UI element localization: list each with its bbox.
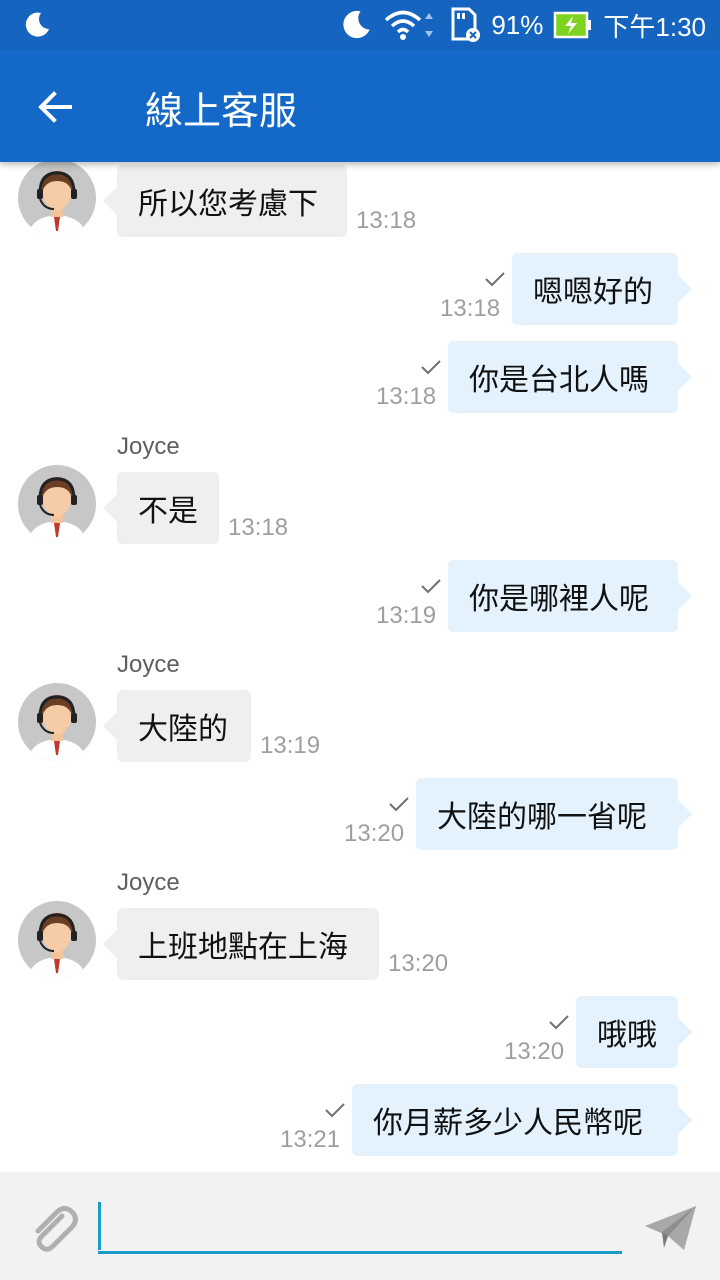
- arrow-left-icon[interactable]: [34, 86, 76, 128]
- incoming-message-bubble[interactable]: 所以您考慮下: [103, 165, 347, 237]
- message-timestamp: 13:19: [376, 602, 437, 629]
- incoming-message-bubble[interactable]: 上班地點在上海: [103, 908, 379, 980]
- read-check-icon: [484, 271, 506, 287]
- paperclip-icon[interactable]: [26, 1202, 80, 1256]
- incoming-message-bubble[interactable]: 不是: [103, 472, 219, 544]
- message-timestamp: 13:20: [388, 950, 449, 977]
- message-input[interactable]: [98, 1198, 622, 1254]
- send-icon[interactable]: [642, 1204, 698, 1252]
- sender-name: Joyce: [117, 869, 180, 896]
- status-bar: 91% 下午1:30: [0, 0, 720, 50]
- message-timestamp: 13:21: [280, 1126, 341, 1153]
- read-check-icon: [420, 359, 442, 375]
- message-timestamp: 13:19: [260, 732, 321, 759]
- text-cursor: [98, 1202, 101, 1250]
- message-timestamp: 13:20: [504, 1038, 565, 1065]
- outgoing-message-bubble[interactable]: 你是哪裡人呢: [448, 560, 692, 632]
- read-check-icon: [388, 796, 410, 812]
- wifi-icon: [385, 10, 434, 40]
- page-title: 線上客服: [145, 89, 298, 133]
- read-check-icon: [548, 1014, 570, 1030]
- agent-avatar[interactable]: [18, 901, 96, 979]
- battery-charging-icon: [554, 11, 592, 39]
- battery-percentage: 91%: [491, 9, 544, 40]
- message-timestamp: 13:18: [356, 207, 417, 234]
- agent-avatar[interactable]: [18, 162, 96, 237]
- read-check-icon: [324, 1102, 346, 1118]
- outgoing-message-bubble[interactable]: 你是台北人嗎: [448, 341, 692, 413]
- message-timestamp: 13:18: [228, 514, 289, 541]
- agent-avatar[interactable]: [18, 683, 96, 761]
- message-timestamp: 13:18: [376, 383, 437, 410]
- outgoing-message-bubble[interactable]: 嗯嗯好的: [512, 253, 692, 325]
- sender-name: Joyce: [117, 651, 180, 678]
- message-timestamp: 13:20: [344, 820, 405, 847]
- outgoing-message-bubble[interactable]: 大陸的哪一省呢: [416, 778, 692, 850]
- app-bar: 線上客服: [0, 50, 720, 162]
- message-input-bar: [0, 1172, 720, 1280]
- sd-card-icon: [451, 7, 481, 42]
- message-timestamp: 13:18: [440, 295, 501, 322]
- incoming-message-bubble[interactable]: 大陸的: [103, 690, 251, 762]
- agent-avatar[interactable]: [18, 465, 96, 543]
- read-check-icon: [420, 578, 442, 594]
- chat-message-list[interactable]: 所以您考慮下 13:18 嗯嗯好的 13:18 你是台北人嗎 13:18 Joyce 不是 13…: [0, 162, 720, 1172]
- outgoing-message-bubble[interactable]: 哦哦: [576, 996, 692, 1068]
- moon-icon: [25, 12, 49, 37]
- sender-name: Joyce: [117, 433, 180, 460]
- moon-icon: [343, 10, 370, 39]
- clock: 下午1:30: [603, 11, 706, 42]
- outgoing-message-bubble[interactable]: 你月薪多少人民幣呢: [352, 1084, 692, 1156]
